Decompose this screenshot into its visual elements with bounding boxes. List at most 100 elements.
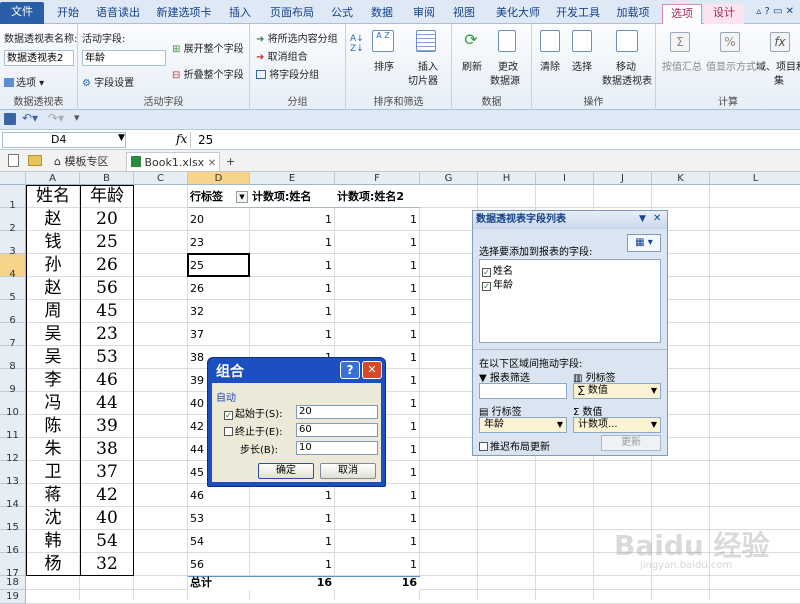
- pivot-count-1[interactable]: 1: [250, 300, 332, 323]
- pivot-count-1[interactable]: 1: [250, 553, 332, 576]
- tab-home[interactable]: 开始: [52, 4, 84, 24]
- row-header-1[interactable]: 1: [0, 185, 26, 211]
- help-icon[interactable]: ?: [340, 361, 360, 379]
- report-filter-box[interactable]: [479, 383, 567, 399]
- row-header-6[interactable]: 6: [0, 300, 26, 326]
- pivot-count-1[interactable]: 1: [250, 208, 332, 231]
- column-header-l[interactable]: L: [710, 172, 800, 185]
- name-box-dropdown-icon[interactable]: ▼: [118, 133, 125, 143]
- column-header-e[interactable]: E: [250, 172, 335, 185]
- column-header-h[interactable]: H: [478, 172, 536, 185]
- pivot-count-2[interactable]: 1: [335, 300, 417, 323]
- checkbox-unchecked-icon[interactable]: [224, 427, 233, 436]
- tab-page-layout[interactable]: 页面布局: [266, 4, 318, 24]
- row-field-chip[interactable]: 年龄 ▼: [479, 417, 567, 433]
- column-header-b[interactable]: B: [80, 172, 134, 185]
- change-source-button[interactable]: 更改: [498, 58, 518, 73]
- pivot-count-2[interactable]: 1: [335, 553, 417, 576]
- pivot-name-input[interactable]: 数据透视表2: [4, 50, 74, 66]
- row-header-9[interactable]: 9: [0, 369, 26, 395]
- pivot-count-1[interactable]: 1: [250, 277, 332, 300]
- formula-input[interactable]: 25: [198, 133, 213, 147]
- pivot-row-label[interactable]: 40: [190, 392, 204, 415]
- fx-icon[interactable]: fx: [176, 132, 187, 146]
- pivot-row-label[interactable]: 20: [190, 208, 204, 231]
- pane-close-icon[interactable]: ✕: [653, 213, 661, 224]
- redo-icon[interactable]: ↷▾: [48, 111, 64, 125]
- pivot-row-label[interactable]: 23: [190, 231, 204, 254]
- pivot-count-1[interactable]: 1: [250, 507, 332, 530]
- pivot-count-2[interactable]: 1: [335, 484, 417, 507]
- pivot-row-label[interactable]: 32: [190, 300, 204, 323]
- pivot-count-1[interactable]: 1: [250, 231, 332, 254]
- row-header-17[interactable]: 17: [0, 553, 26, 579]
- group-field-button[interactable]: 将字段分组: [256, 66, 319, 81]
- tab-book1[interactable]: Book1.xlsx ✕: [126, 152, 220, 171]
- folder-icon[interactable]: [28, 155, 42, 166]
- tab-data[interactable]: 数据: [366, 4, 398, 24]
- row-header-10[interactable]: 10: [0, 392, 26, 418]
- tab-developer[interactable]: 开发工具: [552, 4, 604, 24]
- tab-template-zone[interactable]: ⌂ 模板专区: [54, 152, 118, 171]
- dialog-close-icon[interactable]: ✕: [362, 361, 382, 379]
- chip-dropdown-icon[interactable]: ▼: [651, 418, 657, 432]
- row-header-4[interactable]: 4: [0, 254, 26, 280]
- pivot-count-2[interactable]: 1: [335, 507, 417, 530]
- name-box[interactable]: D4: [2, 132, 126, 148]
- pivot-count-1[interactable]: 1: [250, 254, 332, 277]
- row-label-filter-icon[interactable]: ▼: [236, 191, 248, 203]
- pivot-count-2[interactable]: 1: [335, 277, 417, 300]
- values-field-chip[interactable]: 计数项... ▼: [573, 417, 661, 433]
- row-header-7[interactable]: 7: [0, 323, 26, 349]
- fields-items-button[interactable]: 域、项目和: [756, 58, 800, 73]
- row-header-13[interactable]: 13: [0, 461, 26, 487]
- group-selection-button[interactable]: ➜ 将所选内容分组: [256, 30, 338, 45]
- field-settings-button[interactable]: ⚙ 字段设置: [82, 74, 134, 89]
- tab-pivot-design[interactable]: 设计: [704, 4, 744, 24]
- tab-view[interactable]: 视图: [448, 4, 480, 24]
- field-item-name[interactable]: ✓ 姓名: [482, 262, 513, 277]
- column-header-k[interactable]: K: [652, 172, 710, 185]
- tab-beautify[interactable]: 美化大师: [492, 4, 544, 24]
- row-header-8[interactable]: 8: [0, 346, 26, 372]
- row-header-18[interactable]: 18: [0, 576, 26, 590]
- pivot-count-1[interactable]: 1: [250, 323, 332, 346]
- start-at-checkbox[interactable]: ✓ 起始于(S):: [224, 405, 283, 420]
- pivot-row-label[interactable]: 42: [190, 415, 204, 438]
- sort-button[interactable]: 排序: [374, 58, 394, 73]
- pivot-count-1[interactable]: 1: [250, 484, 332, 507]
- row-header-14[interactable]: 14: [0, 484, 26, 510]
- end-at-checkbox[interactable]: 终止于(E):: [224, 423, 283, 438]
- new-doc-icon[interactable]: [8, 154, 19, 167]
- tab-review[interactable]: 审阅: [408, 4, 440, 24]
- pivot-count-2[interactable]: 1: [335, 254, 417, 277]
- pivot-count-2[interactable]: 1: [335, 530, 417, 553]
- end-at-input[interactable]: 60: [296, 423, 378, 437]
- pivot-row-label[interactable]: 54: [190, 530, 204, 553]
- column-header-f[interactable]: F: [335, 172, 420, 185]
- checkbox-checked-icon[interactable]: ✓: [482, 282, 491, 291]
- defer-update-checkbox[interactable]: 推迟布局更新: [479, 438, 550, 453]
- pivot-count-2[interactable]: 1: [335, 208, 417, 231]
- pivot-count-2[interactable]: 1: [335, 323, 417, 346]
- pivot-row-label[interactable]: 53: [190, 507, 204, 530]
- pivot-row-label[interactable]: 39: [190, 369, 204, 392]
- cancel-button[interactable]: 取消: [320, 463, 376, 479]
- summarize-by-button[interactable]: 按值汇总: [662, 58, 702, 73]
- field-item-age[interactable]: ✓ 年龄: [482, 276, 513, 291]
- row-header-12[interactable]: 12: [0, 438, 26, 464]
- pivot-count-1[interactable]: 1: [250, 530, 332, 553]
- select-all-corner[interactable]: [0, 172, 26, 185]
- ok-button[interactable]: 确定: [258, 463, 314, 479]
- row-header-11[interactable]: 11: [0, 415, 26, 441]
- row-header-2[interactable]: 2: [0, 208, 26, 234]
- move-pivot-button[interactable]: 移动: [616, 58, 636, 73]
- undo-icon[interactable]: ↶▾: [22, 111, 38, 125]
- clear-button[interactable]: 清除: [540, 58, 560, 73]
- column-header-j[interactable]: J: [594, 172, 652, 185]
- pivot-row-label[interactable]: 44: [190, 438, 204, 461]
- select-button[interactable]: 选择: [572, 58, 592, 73]
- pivot-row-label[interactable]: 38: [190, 346, 204, 369]
- row-header-5[interactable]: 5: [0, 277, 26, 303]
- tab-new[interactable]: 新建选项卡: [152, 4, 216, 24]
